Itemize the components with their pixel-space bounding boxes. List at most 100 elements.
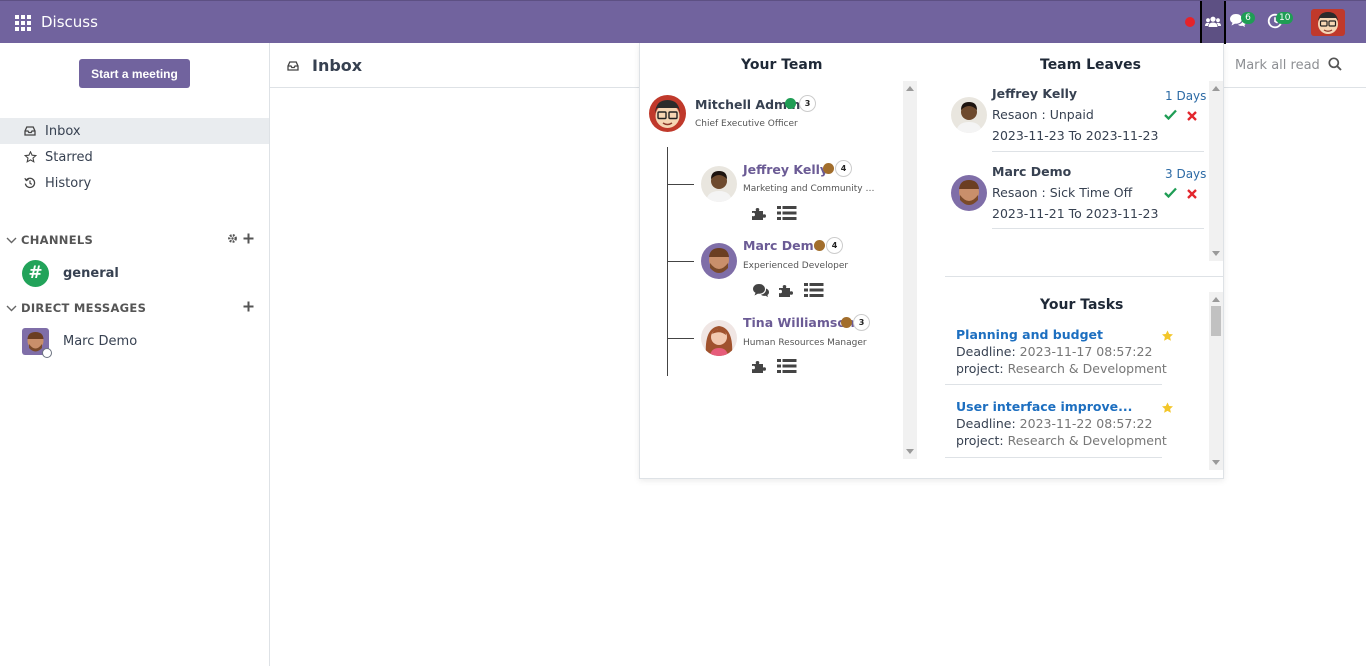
recording-indicator[interactable]: [1185, 17, 1195, 27]
list-icon[interactable]: [804, 283, 824, 301]
task-title[interactable]: Planning and budget: [956, 327, 1103, 342]
star-outline-icon: [23, 151, 37, 163]
sidebar-item-label: Starred: [45, 149, 93, 165]
refuse-x-icon[interactable]: [1187, 188, 1197, 203]
chat-icon[interactable]: [751, 283, 771, 303]
dm-label: Marc Demo: [63, 333, 138, 349]
team-leaves-title: Team Leaves: [1040, 57, 1141, 73]
puzzle-icon[interactable]: [751, 205, 769, 225]
priority-star-icon[interactable]: [1161, 330, 1174, 346]
section-divider: [945, 276, 1223, 277]
puzzle-icon[interactable]: [751, 358, 769, 378]
list-icon[interactable]: [777, 359, 797, 377]
leaves-scrollbar[interactable]: [1209, 81, 1223, 261]
status-dot: [785, 98, 796, 109]
status-dot: [823, 163, 834, 174]
channel-label: general: [63, 265, 119, 281]
leave-days: 1 Days: [1165, 89, 1207, 103]
leave-range: 2023-11-23 To 2023-11-23: [992, 128, 1159, 143]
member-role: Experienced Developer: [743, 261, 849, 271]
history-icon: [23, 177, 37, 189]
avatar: [701, 166, 737, 202]
divider: [945, 384, 1162, 385]
sidebar-item-inbox[interactable]: Inbox: [0, 118, 269, 144]
approve-check-icon[interactable]: [1164, 187, 1177, 202]
sidebar-item-label: Inbox: [45, 123, 81, 139]
sidebar-item-history[interactable]: History: [0, 170, 269, 196]
member-name[interactable]: Tina Williamson: [743, 315, 855, 330]
list-icon[interactable]: [777, 206, 797, 224]
task-deadline: Deadline: 2023-11-22 08:57:22: [956, 416, 1153, 431]
users-icon: [1205, 16, 1221, 27]
puzzle-icon[interactable]: [778, 282, 796, 302]
leave-days: 3 Days: [1165, 167, 1207, 181]
approve-check-icon[interactable]: [1164, 109, 1177, 124]
chevron-down-icon[interactable]: [6, 305, 17, 312]
your-tasks-title: Your Tasks: [1040, 297, 1124, 313]
leave-employee-name: Marc Demo: [992, 164, 1072, 179]
divider: [992, 151, 1204, 152]
discuss-sidebar: Start a meeting Inbox Starred History CH…: [0, 43, 270, 666]
count-badge: 4: [826, 237, 843, 254]
member-name[interactable]: Marc Demo: [743, 238, 822, 253]
gear-icon[interactable]: [227, 233, 238, 244]
add-dm-icon[interactable]: [243, 301, 254, 312]
team-dashboard-button[interactable]: [1200, 1, 1226, 44]
tasks-scrollbar[interactable]: [1209, 292, 1223, 470]
add-channel-icon[interactable]: [243, 233, 254, 244]
org-tree-branch: [668, 261, 694, 262]
leave-reason: Resaon : Sick Time Off: [992, 185, 1133, 200]
task-title[interactable]: User interface improve...: [956, 399, 1132, 414]
avatar: [701, 243, 737, 279]
team-scrollbar[interactable]: [903, 81, 917, 459]
avatar: [951, 175, 987, 211]
start-meeting-button[interactable]: Start a meeting: [79, 59, 190, 88]
dm-header-label: DIRECT MESSAGES: [21, 301, 147, 315]
leave-range: 2023-11-21 To 2023-11-23: [992, 206, 1159, 221]
search-icon[interactable]: [1328, 57, 1342, 75]
top-navbar: Discuss 6 10: [0, 0, 1366, 44]
avatar: [951, 97, 987, 133]
sidebar-item-label: History: [45, 175, 92, 191]
member-name[interactable]: Jeffrey Kelly: [743, 162, 828, 177]
manager-role: Chief Executive Officer: [695, 119, 798, 129]
channel-item-general[interactable]: # general: [0, 256, 269, 290]
count-badge: 3: [799, 95, 816, 112]
inbox-icon: [287, 60, 299, 75]
avatar: [701, 320, 737, 356]
offline-status-icon: [42, 347, 52, 358]
org-tree-branch: [668, 184, 694, 185]
channel-hash-icon: #: [22, 259, 49, 287]
avatar: [22, 327, 52, 358]
channels-header-label: CHANNELS: [21, 233, 94, 247]
org-tree-branch: [668, 338, 694, 339]
your-team-title: Your Team: [741, 57, 823, 73]
divider: [945, 457, 1162, 458]
sidebar-item-starred[interactable]: Starred: [0, 144, 269, 170]
user-avatar[interactable]: [1311, 9, 1345, 36]
activities-badge: 10: [1276, 12, 1294, 24]
leave-employee-name: Jeffrey Kelly: [992, 86, 1078, 101]
messages-badge: 6: [1241, 12, 1255, 24]
chevron-down-icon[interactable]: [6, 237, 17, 244]
channels-section-header[interactable]: CHANNELS: [0, 230, 269, 250]
count-badge: 3: [853, 314, 870, 331]
inbox-icon: [23, 126, 37, 136]
divider: [992, 228, 1204, 229]
page-title: Inbox: [312, 56, 363, 75]
task-deadline: Deadline: 2023-11-17 08:57:22: [956, 344, 1153, 359]
member-role: Human Resources Manager: [743, 338, 867, 348]
member-role: Marketing and Community Ma...: [743, 184, 878, 194]
avatar: [649, 95, 686, 132]
mark-all-read-button[interactable]: Mark all read: [1235, 58, 1320, 73]
refuse-x-icon[interactable]: [1187, 110, 1197, 125]
priority-star-icon[interactable]: [1161, 402, 1174, 418]
direct-messages-section-header[interactable]: DIRECT MESSAGES: [0, 298, 269, 318]
app-name[interactable]: Discuss: [41, 13, 98, 31]
status-dot: [814, 240, 825, 251]
task-project: project: Research & Development: [956, 433, 1167, 448]
status-dot: [841, 317, 852, 328]
count-badge: 4: [835, 160, 852, 177]
dm-item-marc-demo[interactable]: Marc Demo: [0, 324, 269, 358]
apps-menu-icon[interactable]: [15, 15, 31, 31]
